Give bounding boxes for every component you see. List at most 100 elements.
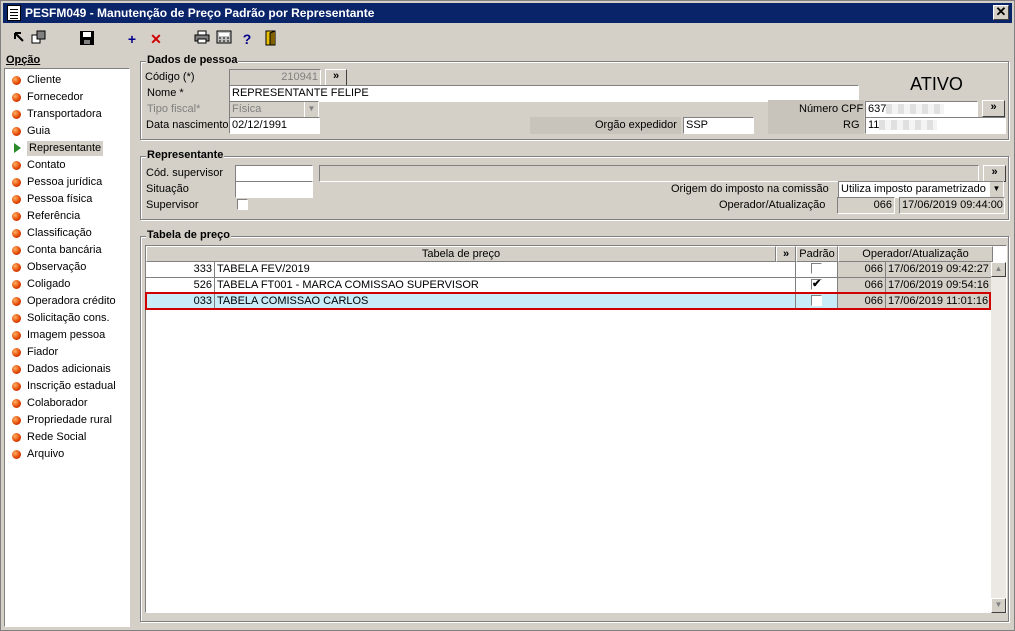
window-title: PESFM049 - Manutenção de Preço Padrão po… bbox=[25, 6, 375, 20]
chevron-down-icon: ▼ bbox=[304, 102, 318, 117]
bullet-icon bbox=[12, 246, 21, 255]
chevron-down-icon[interactable]: ▼ bbox=[989, 182, 1003, 197]
print-icon[interactable] bbox=[192, 30, 212, 48]
sidebar-item-label: Fornecedor bbox=[27, 91, 84, 103]
bullet-icon bbox=[12, 365, 21, 374]
padrao-checkbox[interactable] bbox=[811, 263, 822, 274]
sidebar-item-label: Fiador bbox=[27, 346, 59, 358]
operador-label: Operador/Atualização bbox=[719, 199, 826, 211]
supervisor-name-field bbox=[319, 165, 979, 182]
row-padrao[interactable] bbox=[796, 262, 838, 278]
row-code[interactable]: 526 bbox=[146, 278, 215, 294]
app-document-icon bbox=[7, 5, 21, 21]
bullet-icon bbox=[12, 178, 21, 187]
price-table: Tabela de preço » Padrão Operador/Atuali… bbox=[145, 245, 1007, 613]
data-nascimento-label: Data nascimento bbox=[146, 119, 229, 131]
tipo-fiscal-value: Física bbox=[232, 103, 262, 115]
row-name[interactable]: TABELA FT001 - MARCA COMISSAO SUPERVISOR bbox=[215, 278, 796, 294]
column-header-operador[interactable]: Operador/Atualização bbox=[838, 246, 993, 262]
table-row[interactable]: 333 TABELA FEV/2019 066 17/06/2019 09:42… bbox=[146, 262, 993, 278]
column-header-tabela[interactable]: Tabela de preço bbox=[146, 246, 776, 262]
sidebar-item-label: Pessoa física bbox=[27, 193, 93, 205]
vertical-scrollbar[interactable]: ▲ ▼ bbox=[991, 262, 1006, 613]
sidebar-item-label: Cliente bbox=[27, 74, 62, 86]
bullet-icon bbox=[12, 297, 21, 306]
sidebar-item-label: Classificação bbox=[27, 227, 92, 239]
origem-imposto-select[interactable]: Utiliza imposto parametrizado ▼ bbox=[838, 181, 1004, 198]
table-row-selected[interactable]: 033 TABELA COMISSAO CARLOS 066 17/06/201… bbox=[146, 294, 993, 310]
delete-icon[interactable]: ✕ bbox=[146, 30, 166, 48]
title-bar: PESFM049 - Manutenção de Preço Padrão po… bbox=[3, 3, 1012, 23]
cpf-label: Número CPF bbox=[799, 103, 864, 115]
scroll-down-icon[interactable]: ▼ bbox=[991, 598, 1006, 613]
orgao-expedidor-field[interactable]: SSP bbox=[683, 117, 754, 134]
cpf-lookup-button[interactable]: » bbox=[982, 100, 1005, 117]
supervisor-checkbox[interactable] bbox=[237, 199, 248, 210]
dados-pessoa-title: Dados de pessoa bbox=[146, 54, 239, 66]
sidebar-item-label: Contato bbox=[27, 159, 66, 171]
cod-supervisor-field[interactable] bbox=[235, 165, 313, 182]
data-nascimento-field[interactable]: 02/12/1991 bbox=[229, 117, 320, 134]
sidebar: Cliente Fornecedor Transportadora Guia R… bbox=[4, 68, 130, 627]
cpf-field[interactable]: 637 bbox=[865, 101, 978, 118]
bullet-icon bbox=[12, 331, 21, 340]
sidebar-item-label: Inscrição estadual bbox=[27, 380, 116, 392]
calculator-icon[interactable] bbox=[214, 30, 234, 48]
padrao-checkbox[interactable] bbox=[811, 295, 822, 306]
toolbar: + ✕ ? bbox=[3, 26, 1012, 52]
sidebar-item-label: Representante bbox=[27, 141, 104, 156]
sidebar-item-label: Rede Social bbox=[27, 431, 87, 443]
sidebar-item-label: Coligado bbox=[27, 278, 71, 290]
nome-field[interactable]: REPRESENTANTE FELIPE bbox=[229, 85, 859, 102]
close-button[interactable]: ✕ bbox=[993, 5, 1009, 20]
status-badge: ATIVO bbox=[867, 69, 1006, 97]
situacao-field[interactable] bbox=[235, 181, 313, 198]
row-padrao[interactable] bbox=[796, 294, 838, 310]
row-date: 17/06/2019 11:01:16 bbox=[886, 294, 993, 310]
scroll-up-icon[interactable]: ▲ bbox=[991, 262, 1006, 277]
origem-imposto-value: Utiliza imposto parametrizado bbox=[841, 183, 986, 195]
codigo-lookup-button[interactable]: » bbox=[325, 69, 347, 86]
sidebar-item-label: Transportadora bbox=[27, 108, 102, 120]
row-code[interactable]: 333 bbox=[146, 262, 215, 278]
exit-door-icon[interactable] bbox=[261, 30, 281, 48]
bullet-icon bbox=[12, 416, 21, 425]
bullet-icon bbox=[12, 93, 21, 102]
sidebar-item-label: Pessoa jurídica bbox=[27, 176, 103, 188]
add-icon[interactable]: + bbox=[122, 30, 142, 48]
bullet-icon bbox=[12, 348, 21, 357]
tabela-preco-title: Tabela de preço bbox=[146, 229, 231, 241]
redacted-mask bbox=[879, 120, 938, 131]
sidebar-item-label: Operadora crédito bbox=[27, 295, 116, 307]
row-code[interactable]: 033 bbox=[146, 294, 215, 310]
table-row[interactable]: 526 TABELA FT001 - MARCA COMISSAO SUPERV… bbox=[146, 278, 993, 294]
bullet-icon bbox=[12, 280, 21, 289]
row-name[interactable]: TABELA FEV/2019 bbox=[215, 262, 796, 278]
swap-window-icon[interactable] bbox=[29, 30, 49, 48]
padrao-checkbox[interactable]: ✔ bbox=[811, 279, 822, 290]
row-name[interactable]: TABELA COMISSAO CARLOS bbox=[215, 294, 796, 310]
orgao-expedidor-label: Orgão expedidor bbox=[595, 119, 677, 131]
rg-value: 11 bbox=[868, 119, 880, 131]
row-date: 17/06/2019 09:54:16 bbox=[886, 278, 993, 294]
rg-field[interactable]: 11 bbox=[865, 117, 1006, 134]
sidebar-item-label: Solicitação cons. bbox=[27, 312, 110, 324]
cpf-value: 637 bbox=[868, 103, 887, 115]
sidebar-item-label: Imagem pessoa bbox=[27, 329, 106, 341]
sidebar-item-label: Propriedade rural bbox=[27, 414, 112, 426]
codigo-field[interactable]: 210941 bbox=[229, 69, 321, 86]
origem-imposto-label: Origem do imposto na comissão bbox=[671, 183, 829, 195]
sidebar-item-label: Guia bbox=[27, 125, 51, 137]
column-header-padrao[interactable]: Padrão bbox=[796, 246, 838, 262]
column-header-lookup[interactable]: » bbox=[776, 246, 796, 262]
supervisor-lookup-button[interactable]: » bbox=[983, 165, 1006, 182]
save-icon[interactable] bbox=[77, 30, 97, 48]
bullet-icon bbox=[12, 382, 21, 391]
codigo-label: Código (*) bbox=[145, 71, 195, 83]
help-icon[interactable]: ? bbox=[237, 30, 257, 48]
tipo-fiscal-select[interactable]: Física ▼ bbox=[229, 101, 319, 118]
row-padrao[interactable]: ✔ bbox=[796, 278, 838, 294]
row-operador: 066 bbox=[838, 278, 886, 294]
bullet-icon bbox=[12, 399, 21, 408]
back-arrow-icon[interactable] bbox=[9, 30, 29, 48]
